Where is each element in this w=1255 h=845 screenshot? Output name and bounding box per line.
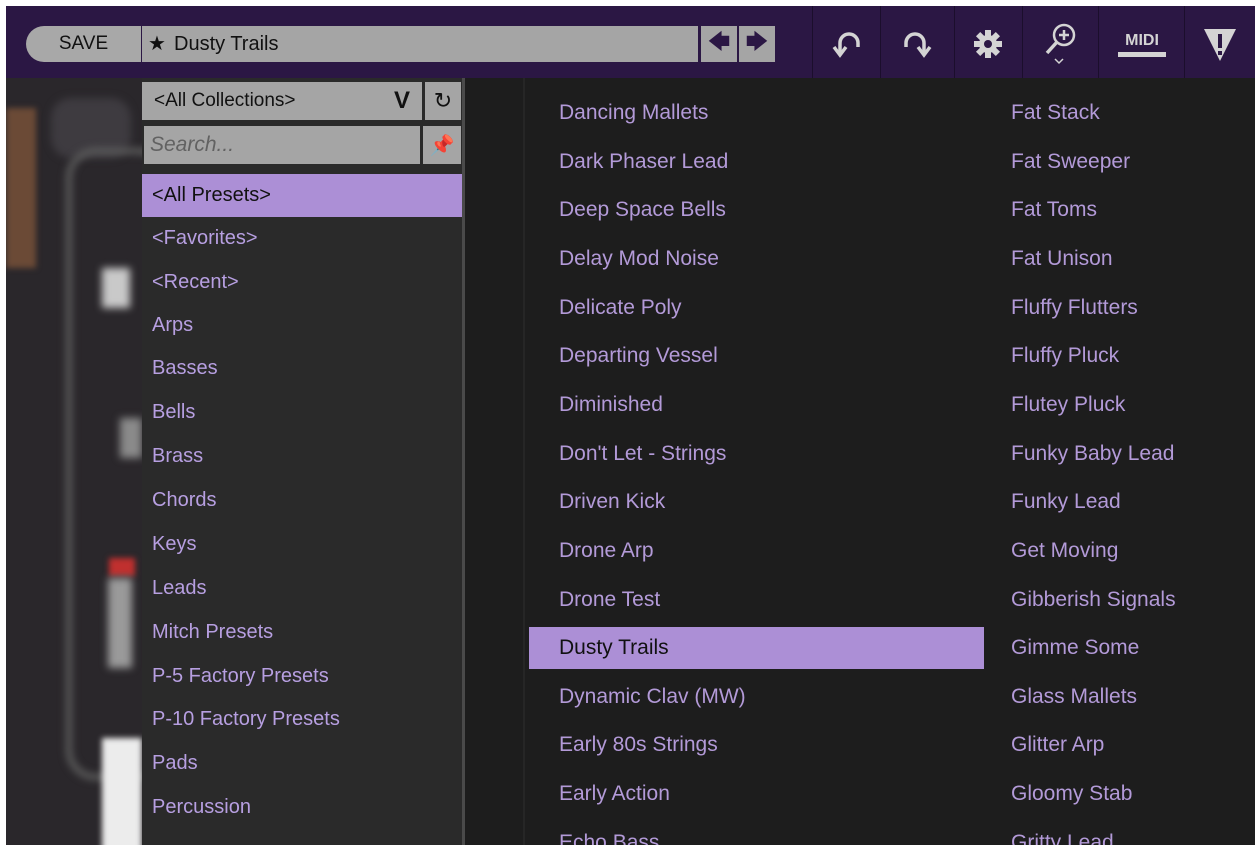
warning-button[interactable] [1190, 20, 1250, 68]
category-item[interactable]: Basses [142, 347, 462, 390]
preset-item[interactable]: Delay Mod Noise [529, 238, 984, 280]
next-preset-button[interactable]: 🡆 [739, 26, 775, 62]
star-icon[interactable]: ★ [148, 26, 174, 62]
preset-item[interactable]: Fat Stack [989, 92, 1255, 134]
arrow-right-icon: 🡆 [745, 29, 769, 54]
preset-item[interactable]: Echo Bass [529, 822, 984, 845]
toolbar-divider [954, 6, 955, 78]
current-preset-display[interactable]: ★ Dusty Trails [142, 26, 698, 62]
preset-item[interactable]: Drone Test [529, 579, 984, 621]
preset-item[interactable]: Gloomy Stab [989, 773, 1255, 815]
preset-item[interactable]: Don't Let - Strings [529, 433, 984, 475]
arrow-left-icon: 🡄 [707, 29, 731, 54]
preset-item[interactable]: Diminished [529, 384, 984, 426]
category-item[interactable]: Brass [142, 435, 462, 478]
pin-icon: 📌 [429, 134, 455, 157]
preset-item[interactable]: Early 80s Strings [529, 724, 984, 766]
preset-item[interactable]: Fat Unison [989, 238, 1255, 280]
chevron-down-icon: V [393, 87, 410, 114]
preset-item[interactable]: Gritty Lead [989, 822, 1255, 845]
category-item[interactable]: P-5 Factory Presets [142, 655, 462, 698]
category-item[interactable]: Keys [142, 523, 462, 566]
preset-item[interactable]: Gimme Some [989, 627, 1255, 669]
gear-icon [974, 30, 1002, 58]
preset-item[interactable]: Funky Baby Lead [989, 433, 1255, 475]
midi-button[interactable]: MIDI [1102, 20, 1182, 68]
toolbar-divider [1098, 6, 1099, 78]
midi-icon: MIDI [1118, 32, 1166, 57]
preset-item[interactable]: Glitter Arp [989, 724, 1255, 766]
category-item[interactable]: Leads [142, 567, 462, 610]
preset-item[interactable]: Dusty Trails [529, 627, 984, 670]
toolbar: SAVE ★ Dusty Trails 🡄 🡆 MIDI [6, 6, 1255, 78]
background-instrument-panel [6, 78, 142, 845]
svg-text:MIDI: MIDI [1125, 32, 1159, 49]
list-divider [523, 78, 525, 845]
current-preset-name: Dusty Trails [174, 32, 279, 55]
preset-item[interactable]: Early Action [529, 773, 984, 815]
save-button-label: SAVE [58, 33, 109, 54]
preset-item[interactable]: Dancing Mallets [529, 92, 984, 134]
preset-item[interactable]: Fluffy Pluck [989, 335, 1255, 377]
undo-icon [832, 32, 860, 58]
preset-item[interactable]: Drone Arp [529, 530, 984, 572]
category-item[interactable]: Bells [142, 391, 462, 434]
save-button[interactable]: SAVE [26, 26, 141, 62]
category-item[interactable]: Arps [142, 304, 462, 347]
preset-item[interactable]: Fat Toms [989, 189, 1255, 231]
toolbar-divider [880, 6, 881, 78]
pin-button[interactable]: 📌 [423, 126, 461, 164]
category-item[interactable]: <Favorites> [142, 217, 462, 260]
preset-item[interactable]: Get Moving [989, 530, 1255, 572]
preset-item[interactable]: Dark Phaser Lead [529, 141, 984, 183]
refresh-icon: ↻ [433, 88, 453, 113]
category-item[interactable]: Percussion [142, 786, 462, 829]
category-item[interactable]: <All Presets> [142, 174, 462, 217]
warning-icon [1204, 29, 1236, 61]
category-item[interactable]: Pads [142, 742, 462, 785]
category-item[interactable]: <Recent> [142, 261, 462, 304]
toolbar-divider [812, 6, 813, 78]
previous-preset-button[interactable]: 🡄 [701, 26, 737, 62]
preset-item[interactable]: Departing Vessel [529, 335, 984, 377]
preset-item[interactable]: Fat Sweeper [989, 141, 1255, 183]
preset-item[interactable]: Fluffy Flutters [989, 287, 1255, 329]
category-item[interactable]: Mitch Presets [142, 611, 462, 654]
preset-item[interactable]: Flutey Pluck [989, 384, 1255, 426]
preset-item[interactable]: Driven Kick [529, 481, 984, 523]
preset-item[interactable]: Dynamic Clav (MW) [529, 676, 984, 718]
category-item[interactable]: Chords [142, 479, 462, 522]
preset-item[interactable]: Funky Lead [989, 481, 1255, 523]
collection-dropdown[interactable]: <All Collections> V [142, 82, 422, 120]
undo-button[interactable] [816, 20, 880, 68]
settings-button[interactable] [958, 20, 1018, 68]
search-input[interactable] [144, 126, 420, 164]
collections-panel: <All Collections> V ↻ 📌 <All Presets><Fa… [142, 78, 462, 845]
toolbar-divider [1022, 6, 1023, 78]
category-item[interactable]: P-10 Factory Presets [142, 698, 462, 741]
refresh-button[interactable]: ↻ [425, 82, 461, 120]
redo-button[interactable] [884, 20, 948, 68]
zoom-button[interactable] [1026, 20, 1094, 68]
preset-item[interactable]: Gibberish Signals [989, 579, 1255, 621]
preset-item[interactable]: Delicate Poly [529, 287, 984, 329]
preset-item[interactable]: Glass Mallets [989, 676, 1255, 718]
preset-list-panel: Dancing Mallets Dark Phaser Lead Deep Spac… [465, 78, 1255, 845]
collection-dropdown-value: <All Collections> [154, 90, 296, 111]
zoom-icon [1045, 23, 1076, 65]
preset-browser-window: SAVE ★ Dusty Trails 🡄 🡆 MIDI <All Collec… [6, 6, 1255, 845]
toolbar-divider [1184, 6, 1185, 78]
redo-icon [904, 32, 932, 58]
preset-item[interactable]: Deep Space Bells [529, 189, 984, 231]
